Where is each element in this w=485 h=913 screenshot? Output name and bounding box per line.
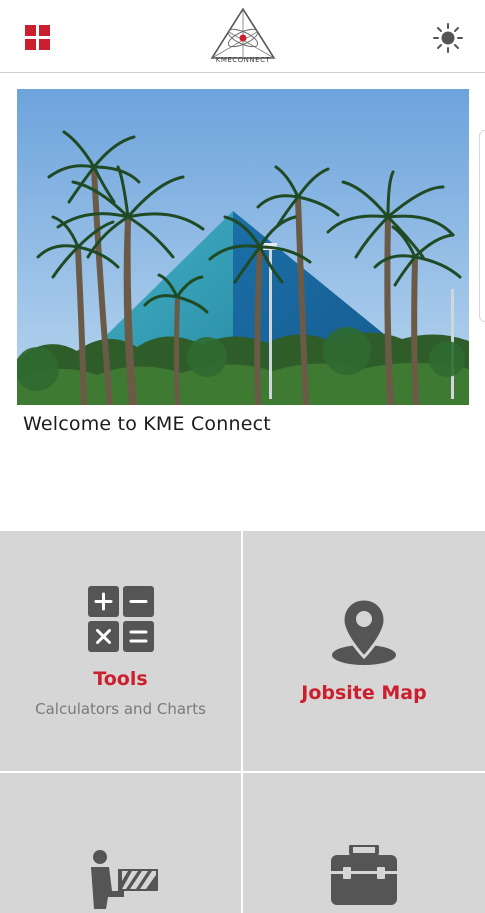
jobsite-map-title: Jobsite Map	[301, 682, 427, 704]
calculator-icon	[88, 586, 154, 652]
app-header: KMECONNECT	[0, 0, 485, 73]
map-pin-icon	[332, 597, 396, 665]
kme-connect-logo: KMECONNECT	[208, 6, 278, 68]
menu-button[interactable]	[22, 22, 54, 54]
welcome-text: Welcome to KME Connect	[23, 413, 271, 435]
hero-image	[17, 89, 469, 405]
sun-icon	[433, 23, 463, 53]
toolbox-tile[interactable]	[243, 773, 485, 913]
logo-text: KMECONNECT	[215, 56, 271, 64]
tools-title: Tools	[93, 668, 148, 690]
pyramid-palms-photo	[17, 89, 469, 405]
theme-toggle-button[interactable]	[430, 20, 466, 56]
nav-grid: Tools Calculators and Charts Jobsite Map	[0, 531, 485, 913]
worker-barrier-icon	[91, 850, 158, 909]
tools-tile[interactable]: Tools Calculators and Charts	[0, 531, 241, 771]
safety-tile[interactable]	[0, 773, 241, 913]
jobsite-map-tile[interactable]: Jobsite Map	[243, 531, 485, 771]
scroll-indicator	[479, 130, 485, 322]
grid-menu-icon	[25, 25, 50, 50]
tools-subtitle: Calculators and Charts	[35, 700, 206, 718]
toolbox-icon	[331, 845, 397, 905]
